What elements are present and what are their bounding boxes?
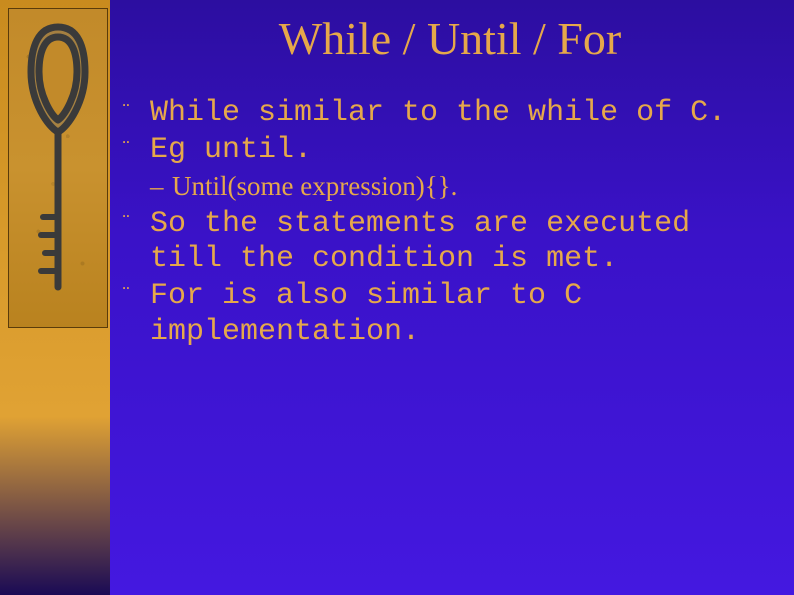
diamond-bullet-icon: ¨ <box>120 102 132 126</box>
key-icon <box>23 17 93 317</box>
bullet-text: For is also similar to C implementation. <box>150 279 582 348</box>
bullet-item: ¨ For is also similar to C implementatio… <box>120 279 780 350</box>
slide: While / Until / For ¨ While similar to t… <box>0 0 794 595</box>
diamond-bullet-icon: ¨ <box>120 139 132 163</box>
bullet-text: While similar to the while of C. <box>150 96 726 130</box>
sub-bullet-item: – Until(some expression){}. <box>120 171 780 203</box>
bullet-item: ¨ Eg until. <box>120 133 780 168</box>
dash-bullet-icon: – <box>150 171 164 203</box>
bullet-text: So the statements are executed till the … <box>150 207 690 276</box>
diamond-bullet-icon: ¨ <box>120 213 132 237</box>
bullet-item: ¨ So the statements are executed till th… <box>120 207 780 278</box>
slide-title: While / Until / For <box>120 12 780 65</box>
diamond-bullet-icon: ¨ <box>120 285 132 309</box>
bullet-text: Eg until. <box>150 133 312 167</box>
bullet-item: ¨ While similar to the while of C. <box>120 96 780 131</box>
key-image <box>8 8 108 328</box>
slide-body: ¨ While similar to the while of C. ¨ Eg … <box>120 96 780 352</box>
sub-bullet-text: Until(some expression){}. <box>172 171 457 201</box>
